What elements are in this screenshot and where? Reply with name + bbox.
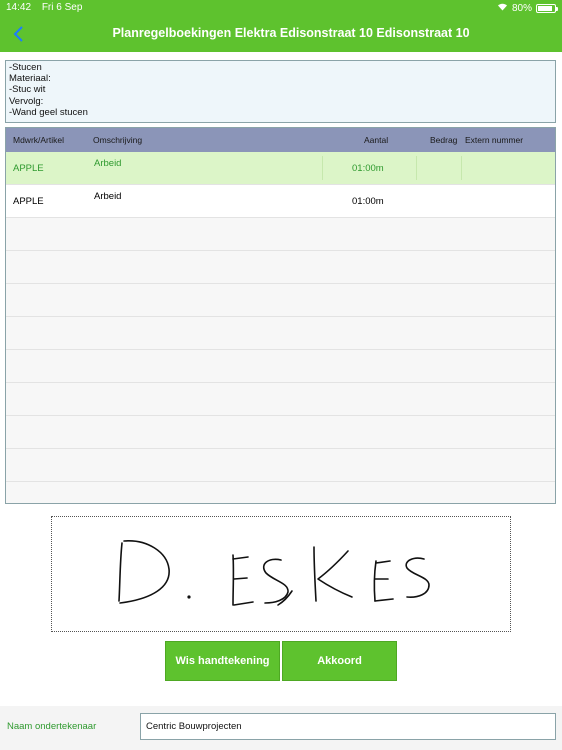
- navigation-bar: Planregelboekingen Elektra Edisonstraat …: [0, 16, 562, 52]
- notes-line: Vervolg:: [9, 95, 44, 107]
- table-row-empty: [6, 317, 555, 350]
- signature-drawing: [118, 540, 430, 606]
- notes-line: -Wand geel stucen: [9, 106, 88, 118]
- table-row-empty: [6, 416, 555, 449]
- column-header-price: Bedrag: [430, 135, 458, 145]
- table-row-empty: [6, 350, 555, 383]
- row-description: Arbeid: [94, 191, 122, 202]
- battery-level: [538, 5, 553, 11]
- status-date: Fri 6 Sep: [41, 2, 83, 13]
- row-article: APPLE: [13, 163, 44, 174]
- notes-line: -Stuc wit: [9, 84, 46, 96]
- table-row-empty: [6, 449, 555, 482]
- empty-rows: [6, 218, 555, 503]
- table-row-empty: [6, 218, 555, 251]
- signer-name-label: Naam ondertekenaar: [7, 721, 97, 732]
- chevron-left-icon[interactable]: [12, 25, 28, 43]
- column-header-external: Extern nummer: [465, 135, 524, 145]
- row-amount: 01:00m: [352, 163, 384, 174]
- clear-signature-button[interactable]: Wis handtekening: [165, 641, 280, 681]
- status-bar: 14:42 Fri 6 Sep 80%: [0, 0, 562, 16]
- column-header-article: Mdwrk/Artikel: [13, 135, 65, 145]
- battery-icon: [536, 3, 558, 13]
- signature-pad[interactable]: [51, 516, 511, 632]
- bookings-table: Mdwrk/Artikel Omschrijving Aantal Bedrag…: [5, 127, 556, 504]
- accept-button[interactable]: Akkoord: [282, 641, 397, 681]
- column-header-description: Omschrijving: [93, 135, 143, 145]
- table-row-empty: [6, 482, 555, 503]
- battery-percentage: 80%: [511, 2, 532, 14]
- table-row-empty: [6, 284, 555, 317]
- column-header-amount: Aantal: [364, 135, 389, 145]
- row-amount: 01:00m: [352, 196, 384, 207]
- row-article: APPLE: [13, 196, 44, 207]
- page-title: Planregelboekingen Elektra Edisonstraat …: [112, 26, 470, 40]
- status-time: 14:42: [6, 2, 32, 13]
- table-header: Mdwrk/Artikel Omschrijving Aantal Bedrag…: [6, 128, 555, 152]
- notes-text-area[interactable]: -Stucen Materiaal: -Stuc wit Vervolg: -W…: [5, 60, 556, 123]
- row-description: Arbeid: [94, 158, 122, 169]
- signer-name-input[interactable]: [140, 713, 556, 740]
- wifi-icon: [497, 2, 508, 14]
- notes-line: Materiaal:: [9, 73, 51, 85]
- table-row[interactable]: APPLE Arbeid 01:00m: [6, 152, 555, 185]
- table-row-empty: [6, 383, 555, 416]
- table-row[interactable]: APPLE Arbeid 01:00m: [6, 185, 555, 218]
- notes-line: -Stucen: [9, 62, 42, 73]
- table-row-empty: [6, 251, 555, 284]
